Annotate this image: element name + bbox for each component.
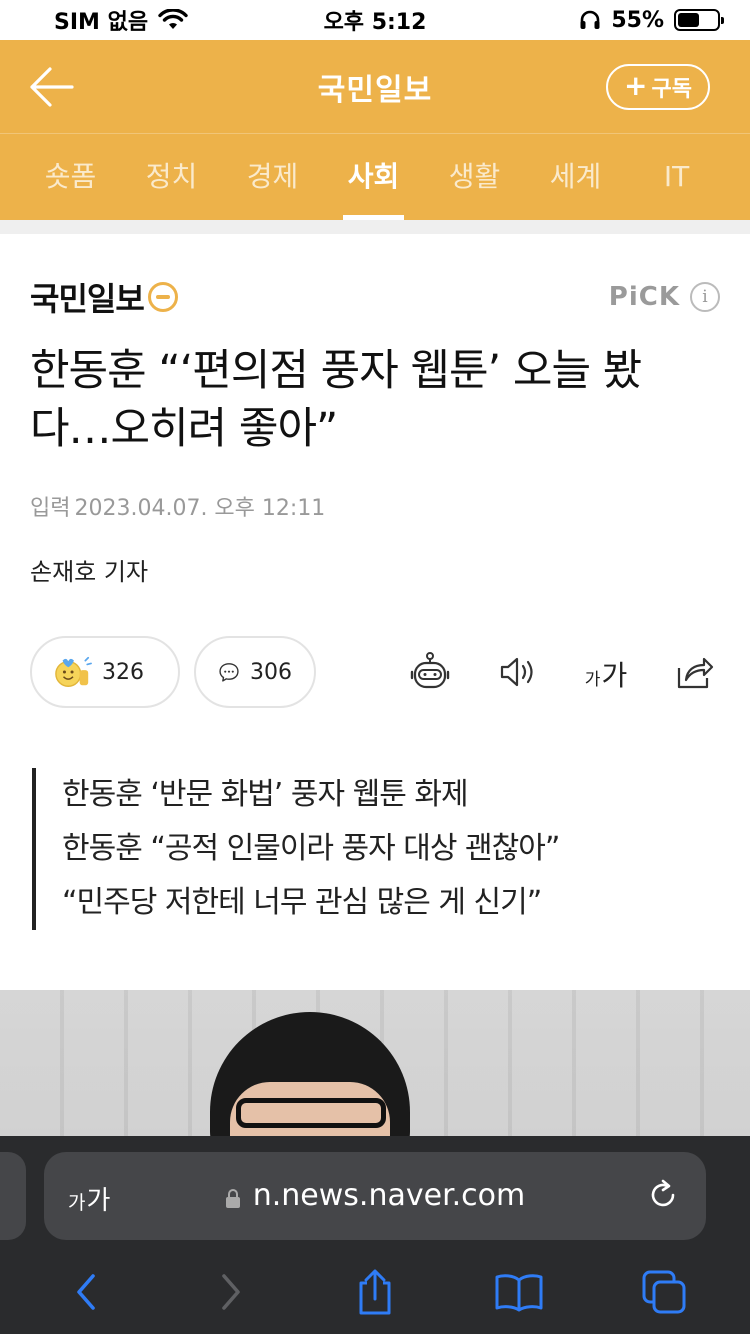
browser-toolbar: 가 가 n.news.naver.com xyxy=(0,1136,750,1334)
reaction-count: 326 xyxy=(102,659,144,685)
font-size-button[interactable]: 가 가 xyxy=(584,650,628,694)
browser-share-button[interactable] xyxy=(345,1267,405,1317)
comment-count: 306 xyxy=(250,659,292,685)
summary-item: 한동훈 “공적 인물이라 풍자 대상 괜찮아” xyxy=(62,831,560,866)
app-header: 국민일보 + 구독 숏폼 정치 경제 사회 생활 세계 IT 사 xyxy=(0,40,750,220)
browser-nav-row xyxy=(0,1262,750,1322)
tab-world[interactable]: 세계 xyxy=(525,134,626,220)
summary-item: 한동훈 ‘반문 화법’ 풍자 웹툰 화제 xyxy=(62,777,469,812)
tab-politics[interactable]: 정치 xyxy=(121,134,222,220)
press-logo[interactable]: 국민일보 xyxy=(30,274,178,320)
browser-back-button[interactable] xyxy=(56,1267,116,1317)
arrow-left-icon xyxy=(30,67,74,107)
wifi-icon xyxy=(158,9,188,29)
speaker-icon xyxy=(500,657,533,687)
plus-icon: + xyxy=(624,68,648,102)
carrier-label: SIM 없음 xyxy=(54,10,149,35)
status-right: 55% xyxy=(579,7,724,33)
article-date: 입력 2023.04.07. 오후 12:11 xyxy=(30,490,325,522)
date-label: 입력 xyxy=(30,496,71,521)
font-size-small-label: 가 xyxy=(584,670,601,690)
category-tabs: 숏폼 정치 경제 사회 생활 세계 IT 사 xyxy=(0,134,750,220)
comment-icon xyxy=(219,663,239,682)
listen-button[interactable] xyxy=(496,650,540,694)
battery-percent: 55% xyxy=(611,7,664,33)
subscribe-button[interactable]: + 구독 xyxy=(606,64,710,110)
share-upload-icon xyxy=(359,1269,391,1315)
status-bar: SIM 없음 오후 5:12 55% xyxy=(0,0,750,40)
tab-shortform[interactable]: 숏폼 xyxy=(20,134,121,220)
tabs-button[interactable] xyxy=(634,1267,694,1317)
lock-icon xyxy=(225,1188,240,1208)
article-headline: 한동훈 “‘편의점 풍자 웹툰’ 오늘 봤다…오히려 좋아” xyxy=(30,346,642,454)
book-icon xyxy=(495,1274,543,1312)
chevron-right-icon xyxy=(221,1274,240,1310)
status-left: SIM 없음 xyxy=(54,4,188,36)
tab-it[interactable]: IT xyxy=(626,134,727,220)
previous-tab-peek[interactable] xyxy=(0,1152,26,1240)
tab-society[interactable]: 사회 xyxy=(323,134,424,220)
date-value: 2023.04.07. 오후 12:11 xyxy=(74,496,326,521)
share-icon xyxy=(677,657,714,689)
tab-life[interactable]: 생활 xyxy=(424,134,525,220)
battery-icon xyxy=(674,9,724,31)
robot-icon xyxy=(410,652,450,689)
address-bar[interactable]: 가 가 n.news.naver.com xyxy=(44,1152,706,1240)
comment-button[interactable]: 306 xyxy=(194,636,316,708)
article-summary: 한동훈 ‘반문 화법’ 풍자 웹툰 화제 한동훈 “공적 인물이라 풍자 대상 … xyxy=(32,768,722,930)
pick-label: PiCK xyxy=(608,282,680,312)
browser-forward-button[interactable] xyxy=(201,1267,261,1317)
header-title: 국민일보 xyxy=(317,72,433,108)
press-row: 국민일보 PiCK i xyxy=(30,276,720,318)
header-top-bar: 국민일보 + 구독 xyxy=(0,40,750,134)
article-actions: 326 306 가 가 xyxy=(30,636,720,708)
reload-icon[interactable] xyxy=(646,1178,680,1212)
subscribe-label: 구독 xyxy=(651,77,692,102)
bookmarks-button[interactable] xyxy=(489,1267,549,1317)
section-divider xyxy=(0,220,750,234)
reaction-emoji-icon xyxy=(55,656,92,687)
pick-badge: PiCK i xyxy=(609,282,720,312)
tab-more-partial[interactable]: 사 xyxy=(727,134,750,220)
reaction-button[interactable]: 326 xyxy=(30,636,180,708)
summary-item: “민주당 저한테 너무 관심 많은 게 신기” xyxy=(62,885,542,920)
info-icon[interactable]: i xyxy=(690,282,720,312)
share-button[interactable] xyxy=(672,650,716,694)
url-display[interactable]: n.news.naver.com xyxy=(44,1178,706,1213)
photo-glasses xyxy=(236,1098,386,1128)
article-tools: 가 가 xyxy=(408,650,716,694)
press-name: 국민일보 xyxy=(30,280,145,318)
url-text: n.news.naver.com xyxy=(252,1178,526,1213)
press-logo-icon xyxy=(147,282,178,312)
reporter-name[interactable]: 손재호 기자 xyxy=(30,552,148,587)
battery-level xyxy=(678,13,699,27)
tabs-icon xyxy=(642,1270,686,1314)
article-photo xyxy=(0,990,750,1150)
ai-summary-button[interactable] xyxy=(408,650,452,694)
font-size-large-label: 가 xyxy=(601,659,628,692)
headphones-icon xyxy=(580,10,600,29)
back-button[interactable] xyxy=(24,62,80,112)
chevron-left-icon xyxy=(77,1274,95,1310)
tab-economy[interactable]: 경제 xyxy=(222,134,323,220)
